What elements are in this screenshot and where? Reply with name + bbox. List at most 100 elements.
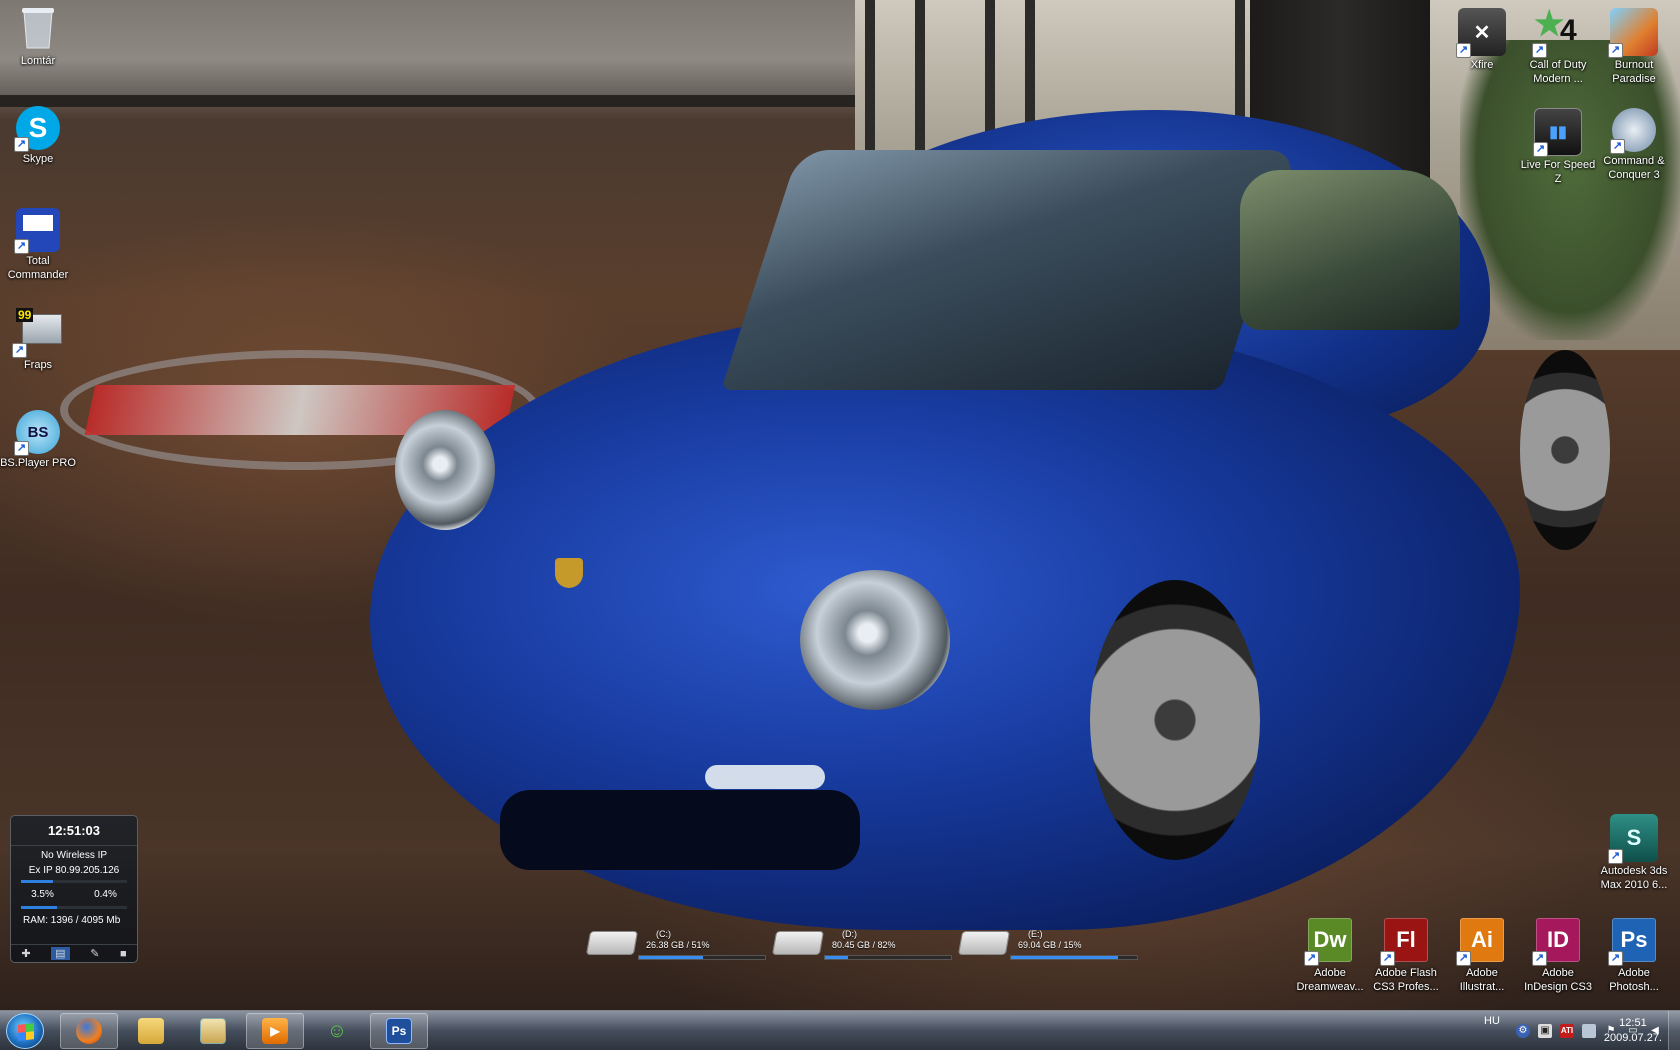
- gadget-external-ip: Ex IP 80.99.205.126: [28, 865, 120, 876]
- indesign-icon: ID ↗: [1532, 916, 1582, 966]
- desktop-icon-command-and-conquer[interactable]: ↗ Command & Conquer 3: [1596, 108, 1672, 182]
- gadget-ram-fill: [21, 906, 58, 909]
- shortcut-arrow-icon: ↗: [1608, 43, 1623, 58]
- illustrator-glyph: Ai: [1471, 927, 1493, 952]
- drive-letter: (C:): [656, 929, 671, 939]
- shortcut-arrow-icon: ↗: [12, 343, 27, 358]
- wallpaper-wall: [0, 0, 860, 100]
- car-headlight-left: [395, 410, 495, 530]
- desktop-icon-call-of-duty[interactable]: ★ 4 ↗ Call of Duty Modern ...: [1520, 5, 1596, 86]
- desktop-icon-label: Adobe Photosh...: [1609, 967, 1659, 993]
- 3ds-max-icon: S ↗: [1608, 814, 1658, 864]
- fraps-monitor-icon: 99 ↗: [12, 308, 62, 358]
- gadget-cpu2: 0.4%: [94, 889, 117, 900]
- desktop-icon-adobe-indesign[interactable]: ID ↗ Adobe InDesign CS3: [1520, 916, 1596, 994]
- media-player-icon: ▶: [262, 1018, 288, 1044]
- taskbar-button-explorer-window[interactable]: [184, 1013, 242, 1049]
- drive-usage-bar: [638, 955, 766, 960]
- desktop-icon-xfire[interactable]: ✕ ↗ Xfire: [1444, 8, 1520, 72]
- drive-usage-bar: [824, 955, 952, 960]
- desktop-icon-adobe-illustrator[interactable]: Ai ↗ Adobe Illustrat...: [1444, 916, 1520, 994]
- tray-app-icon[interactable]: ⚙: [1516, 1024, 1530, 1038]
- drive-usage-fill: [1011, 956, 1119, 959]
- desktop-icon-label: Burnout Paradise: [1612, 59, 1656, 85]
- clock-date: 2009.07.27.: [1603, 1032, 1662, 1044]
- shortcut-arrow-icon: ↗: [1610, 139, 1625, 154]
- car-badge: [555, 558, 583, 588]
- ati-catalyst-icon[interactable]: ATI: [1560, 1024, 1574, 1038]
- shortcut-arrow-icon: ↗: [1456, 951, 1471, 966]
- shortcut-arrow-icon: ↗: [1533, 142, 1548, 157]
- taskbar-button-explorer[interactable]: [122, 1013, 180, 1049]
- folder-icon: [138, 1018, 164, 1044]
- wrench-icon[interactable]: ✎: [90, 947, 99, 960]
- desktop-icon-recycle-bin[interactable]: Lomtár: [0, 4, 76, 68]
- desktop-icon-adobe-flash[interactable]: Fl ↗ Adobe Flash CS3 Profes...: [1368, 916, 1444, 994]
- flash-glyph: Fl: [1396, 927, 1416, 952]
- shortcut-arrow-icon: ↗: [14, 239, 29, 254]
- call-of-duty-icon: ★ 4 ↗: [1532, 5, 1577, 58]
- add-icon[interactable]: ✚: [21, 947, 30, 960]
- desktop-icon-total-commander[interactable]: ↗ Total Commander: [0, 208, 76, 282]
- start-button[interactable]: [6, 1013, 44, 1049]
- indesign-glyph: ID: [1547, 927, 1569, 952]
- photoshop-glyph: Ps: [1620, 927, 1648, 952]
- desktop-icon-label: Call of Duty Modern ...: [1529, 59, 1587, 85]
- tray-display-icon[interactable]: ▣: [1538, 1024, 1552, 1038]
- desktop-icon-label: Live For Speed Z: [1520, 159, 1596, 185]
- taskbar-button-media-player[interactable]: ▶: [246, 1013, 304, 1049]
- shortcut-arrow-icon: ↗: [1532, 951, 1547, 966]
- desktop-icon-adobe-photoshop[interactable]: Ps ↗ Adobe Photosh...: [1596, 916, 1672, 994]
- shortcut-arrow-icon: ↗: [14, 137, 29, 152]
- messenger-icon: ☺: [326, 1019, 348, 1042]
- desktop-icon-live-for-speed[interactable]: ▮▮ ↗ Live For Speed Z: [1520, 108, 1596, 186]
- system-monitor-gadget[interactable]: 12:51:03 No Wireless IP Ex IP 80.99.205.…: [10, 815, 138, 963]
- desktop-icon-label: Adobe Illustrat...: [1459, 967, 1505, 993]
- taskbar-button-photoshop[interactable]: Ps: [370, 1013, 428, 1049]
- lock-icon[interactable]: ■: [120, 948, 127, 960]
- xfire-icon: ✕ ↗: [1456, 8, 1506, 58]
- recycle-bin-icon: [14, 4, 62, 52]
- car-front-wheel: [1090, 580, 1260, 860]
- drive-info: 26.38 GB / 51%: [646, 940, 710, 950]
- skype-icon: S ↗: [14, 106, 60, 152]
- shortcut-arrow-icon: ↗: [1608, 951, 1623, 966]
- fraps-badge: 99: [16, 308, 34, 322]
- drive-c[interactable]: (C:) 26.38 GB / 51%: [585, 925, 766, 965]
- desktop-icon-adobe-dreamweaver[interactable]: Dw ↗ Adobe Dreamweav...: [1292, 916, 1368, 994]
- taskbar-button-messenger[interactable]: ☺: [308, 1013, 366, 1049]
- chart-icon[interactable]: ▤: [51, 947, 70, 960]
- desktop-icon-bsplayer[interactable]: BS ↗ BS.Player PRO: [0, 410, 76, 470]
- desktop-icon-label: Lomtár: [20, 55, 56, 67]
- car-side-window: [1240, 170, 1460, 330]
- gadget-toolbar: ✚ ▤ ✎ ■: [11, 944, 137, 962]
- drive-text: (C:) 26.38 GB / 51%: [646, 929, 710, 951]
- taskbar-clock[interactable]: 12:51 2009.07.27.: [1604, 1016, 1662, 1046]
- car-rear-wheel: [1520, 350, 1610, 550]
- drive-d[interactable]: (D:) 80.45 GB / 82%: [771, 925, 952, 965]
- folder-window-icon: [200, 1018, 226, 1044]
- car-grille: [500, 790, 860, 870]
- language-indicator[interactable]: HU: [1484, 1015, 1500, 1027]
- gadget-ram: RAM: 1396 / 4095 Mb: [23, 915, 121, 926]
- burnout-paradise-icon: ↗: [1608, 8, 1658, 58]
- desktop-icon-fraps[interactable]: 99 ↗ Fraps: [0, 308, 76, 372]
- desktop-icon-label: Skype: [22, 153, 54, 165]
- desktop-icon-burnout-paradise[interactable]: ↗ Burnout Paradise: [1596, 8, 1672, 86]
- desktop-icon-label: Total Commander: [7, 255, 69, 281]
- taskbar-button-firefox[interactable]: [60, 1013, 118, 1049]
- shortcut-arrow-icon: ↗: [14, 441, 29, 456]
- desktop-icon-skype[interactable]: S ↗ Skype: [0, 106, 76, 166]
- drive-info: 80.45 GB / 82%: [832, 940, 896, 950]
- drive-usage-fill: [825, 956, 848, 959]
- desktop-icon-3ds-max[interactable]: S ↗ Autodesk 3ds Max 2010 6...: [1596, 814, 1672, 892]
- clock-time: 12:51: [1619, 1017, 1647, 1029]
- gadget-cpu-values: 3.5% 0.4%: [11, 889, 137, 900]
- drive-e[interactable]: (E:) 69.04 GB / 15%: [957, 925, 1138, 965]
- desktop-icon-label: Adobe Dreamweav...: [1296, 967, 1364, 993]
- windows-logo-icon: [18, 1023, 34, 1041]
- dreamweaver-glyph: Dw: [1313, 927, 1347, 952]
- tray-eraser-icon[interactable]: [1582, 1024, 1596, 1038]
- bsplayer-icon: BS ↗: [14, 410, 60, 456]
- show-desktop-button[interactable]: [1668, 1011, 1680, 1050]
